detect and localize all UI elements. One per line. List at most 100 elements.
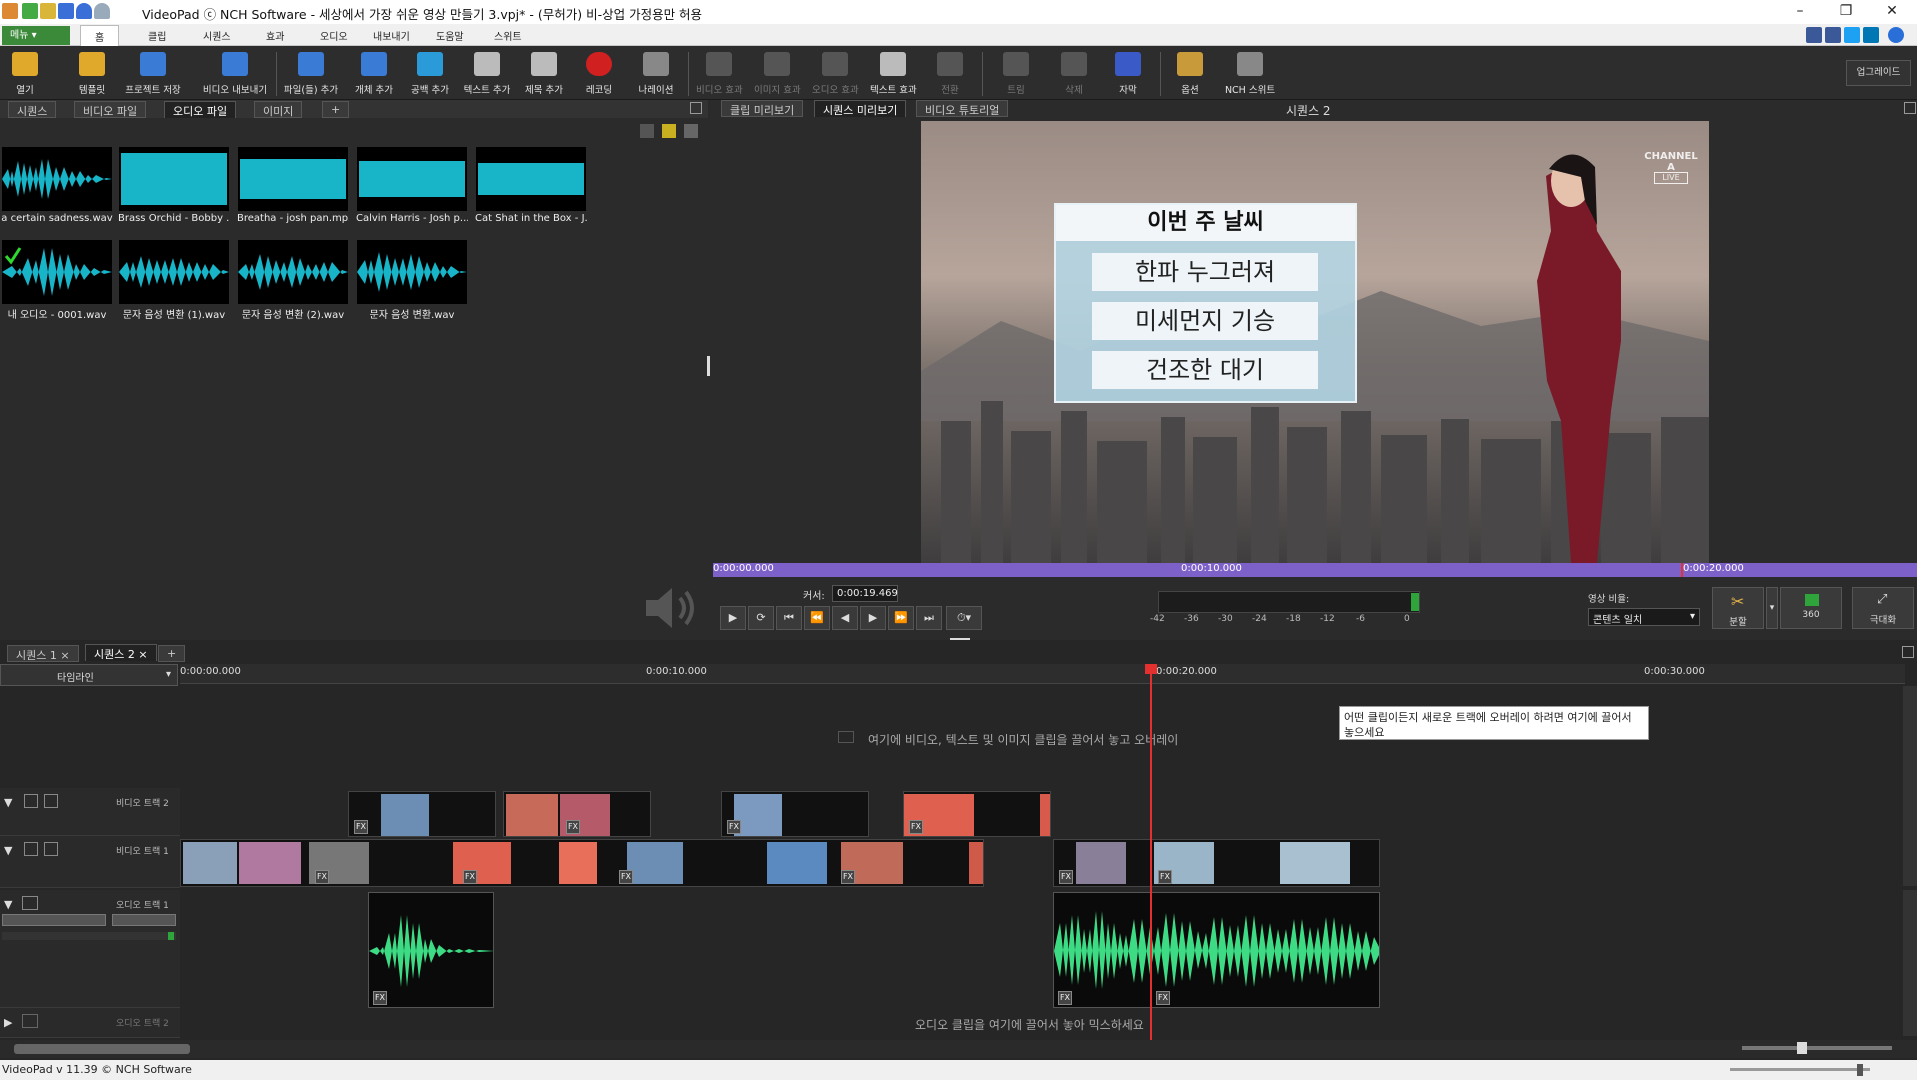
panel-splitter[interactable] (707, 356, 710, 376)
text-effects-button[interactable]: 텍스트 효과 (870, 52, 917, 98)
next-clip-button[interactable]: ⏭ (916, 606, 942, 630)
speaker-icon[interactable] (22, 1014, 38, 1028)
video-effects-button[interactable]: 비디오 효과 (696, 52, 743, 98)
audio-clip[interactable]: FX FX (1053, 892, 1380, 1008)
trash-icon[interactable] (640, 124, 654, 138)
add-object-button[interactable]: 개체 추가 (352, 52, 396, 98)
horizontal-scrollbar-thumb[interactable] (14, 1044, 190, 1054)
speed-menu-button[interactable]: ⏱▾ (946, 606, 982, 630)
main-menu-button[interactable]: 메뉴 ▾ (2, 26, 70, 45)
video-clip[interactable]: FX (348, 791, 496, 837)
vertical-scrollbar[interactable] (1903, 686, 1917, 886)
fullscreen-button[interactable]: ⤢ 극대화 (1852, 587, 1914, 629)
tab-audio-files[interactable]: 오디오 파일 (164, 101, 237, 118)
nch-suite-button[interactable]: NCH 스위트 (1222, 52, 1278, 98)
tab-sequence-2[interactable]: 시퀀스 2 × (85, 644, 157, 661)
ratio-select[interactable]: 콘텐츠 일치 ▾ (1588, 608, 1700, 626)
previous-clip-button[interactable]: ⏮ (776, 606, 802, 630)
audio-thumb-9[interactable] (357, 240, 467, 304)
options-button[interactable]: 옵션 (1176, 52, 1204, 98)
vr-360-button[interactable]: 360 (1780, 587, 1842, 629)
tab-help[interactable]: 도움말 (436, 28, 464, 43)
transition-button[interactable]: 전환 (936, 52, 964, 98)
zoom-slider[interactable] (1742, 1046, 1892, 1050)
add-text-button[interactable]: 텍스트 추가 (462, 52, 512, 98)
fx-badge[interactable]: FX (727, 820, 741, 834)
audio-thumb-1[interactable] (2, 147, 112, 211)
redo-icon[interactable] (94, 3, 110, 19)
restore-button[interactable]: ❐ (1823, 0, 1869, 24)
collapse-icon[interactable]: ▼ (4, 844, 12, 857)
end-button[interactable]: ⏩ (888, 606, 914, 630)
video-clip-strip[interactable]: FX FX (1053, 839, 1380, 887)
video-clip-strip[interactable]: FX FX FX FX (180, 839, 984, 887)
video-clip[interactable]: FX (721, 791, 869, 837)
zoom-slider-thumb[interactable] (1797, 1042, 1807, 1054)
add-blank-button[interactable]: 공백 추가 (408, 52, 452, 98)
fx-badge[interactable]: FX (1058, 991, 1072, 1005)
audio-thumb-4[interactable] (357, 147, 467, 211)
expand-icon[interactable]: ▶ (4, 1016, 12, 1029)
folder-icon[interactable] (662, 124, 676, 138)
split-menu-button[interactable]: ▾ (1766, 587, 1778, 629)
fx-badge[interactable]: FX (566, 820, 580, 834)
record-button[interactable]: 레코딩 (582, 52, 616, 98)
vertical-scrollbar-audio[interactable] (1903, 890, 1917, 1036)
collapse-icon[interactable]: ▼ (4, 796, 12, 809)
tab-video-tutorial[interactable]: 비디오 튜토리얼 (916, 100, 1009, 117)
split-button[interactable]: ✂ 분할 (1712, 587, 1764, 629)
narration-button[interactable]: 나레이션 (636, 52, 676, 98)
audio-thumb-6[interactable] (2, 240, 112, 304)
volume-slider[interactable] (1730, 1068, 1870, 1071)
audio-thumb-2[interactable] (119, 147, 229, 211)
tab-video-files[interactable]: 비디오 파일 (74, 101, 147, 118)
undo-icon[interactable] (76, 3, 92, 19)
fx-badge[interactable]: FX (841, 870, 855, 884)
linkedin-icon[interactable] (1863, 27, 1879, 43)
tab-effects[interactable]: 효과 (266, 28, 284, 43)
tab-sequence-1[interactable]: 시퀀스 1 × (7, 645, 79, 662)
playhead-handle[interactable] (1145, 664, 1157, 674)
audio-thumb-7[interactable] (119, 240, 229, 304)
undock-icon[interactable] (1904, 102, 1916, 114)
fx-badge[interactable]: FX (909, 820, 923, 834)
audio-thumb-8[interactable] (238, 240, 348, 304)
open-button[interactable]: 열기 (8, 52, 42, 98)
audio-thumb-3[interactable] (238, 147, 348, 211)
timeline-mode-select[interactable]: 타임라인 ▾ (0, 664, 178, 686)
fx-badge[interactable]: FX (373, 991, 387, 1005)
fx-badge[interactable]: FX (354, 820, 368, 834)
fx-badge[interactable]: FX (1059, 870, 1073, 884)
preview-playhead[interactable] (1681, 563, 1683, 577)
undock-icon[interactable] (690, 102, 702, 114)
play-button[interactable]: ▶ (720, 606, 746, 630)
fx-badge[interactable]: FX (315, 870, 329, 884)
undock-icon[interactable] (1902, 646, 1914, 658)
audio-thumb-5[interactable] (476, 147, 586, 211)
audio-clip[interactable]: FX (368, 892, 494, 1008)
speaker-icon[interactable] (22, 896, 38, 910)
add-files-button[interactable]: 파일(들) 추가 (282, 52, 340, 98)
new-icon[interactable] (22, 3, 38, 19)
close-button[interactable]: ✕ (1869, 0, 1915, 24)
subtitle-button[interactable]: 자막 (1114, 52, 1142, 98)
tab-export[interactable]: 내보내기 (373, 28, 410, 43)
fx-badge[interactable]: FX (463, 870, 477, 884)
step-forward-button[interactable]: ▶ (860, 606, 886, 630)
image-effects-button[interactable]: 이미지 효과 (754, 52, 801, 98)
eye-icon[interactable] (24, 794, 38, 808)
template-button[interactable]: 템플릿 (72, 52, 112, 98)
tab-clip[interactable]: 클립 (148, 28, 166, 43)
fx-badge[interactable]: FX (1156, 991, 1170, 1005)
timeline-ruler[interactable]: 0:00:00.000 0:00:10.000 0:00:20.000 0:00… (180, 664, 1905, 684)
add-title-button[interactable]: 제목 추가 (522, 52, 566, 98)
tab-sequence-preview[interactable]: 시퀀스 미리보기 (814, 100, 907, 117)
tab-images[interactable]: 이미지 (254, 101, 303, 118)
add-bin-tab[interactable]: + (322, 101, 350, 118)
upgrade-button[interactable]: 업그레이드 (1846, 60, 1911, 86)
save-icon[interactable] (58, 3, 74, 19)
trim-button[interactable]: 트림 (1002, 52, 1030, 98)
collapse-icon[interactable]: ▼ (4, 898, 12, 911)
pan-slider[interactable] (112, 914, 176, 926)
minimize-button[interactable]: – (1777, 0, 1823, 24)
